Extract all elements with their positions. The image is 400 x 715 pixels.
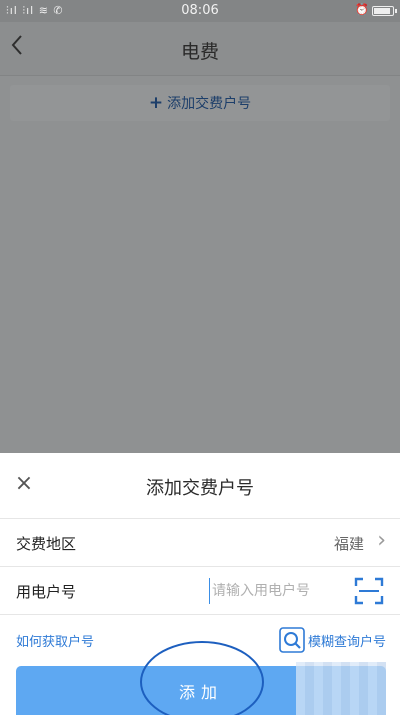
sheet-title: 添加交费户号 [146,478,254,499]
status-bar: ⫶ıl ⫶ıl ≋ ✆ 08:06 ⏰ [0,0,400,22]
page-title: 电费 [180,41,219,63]
region-label: 交费地区 [16,535,77,553]
region-row[interactable]: 交费地区 福建 › [0,519,400,567]
blurred-area [296,662,386,715]
account-label: 用电户号 [16,583,77,601]
plus-icon: + [148,93,164,113]
account-number-input[interactable] [209,578,339,604]
scan-icon[interactable] [354,577,384,605]
annotation-circle [140,641,264,715]
region-value: 福建 [333,535,364,553]
alarm-icon: ⏰ [355,3,369,16]
chevron-right-icon: › [377,528,386,553]
nav-bar: 电费 [0,22,400,76]
status-time: 08:06 [181,3,219,18]
search-icon [279,627,305,653]
account-row: 用电户号 [0,567,400,615]
sheet-header: × 添加交费户号 [0,453,400,519]
add-account-button[interactable]: + 添加交费户号 [10,85,390,121]
how-to-get-account-link[interactable]: 如何获取户号 [16,631,94,650]
battery-icon [372,6,397,16]
fuzzy-query-link[interactable]: 模糊查询户号 [279,627,386,653]
fuzzy-query-label: 模糊查询户号 [307,634,386,650]
add-account-label: 添加交费户号 [167,96,252,112]
